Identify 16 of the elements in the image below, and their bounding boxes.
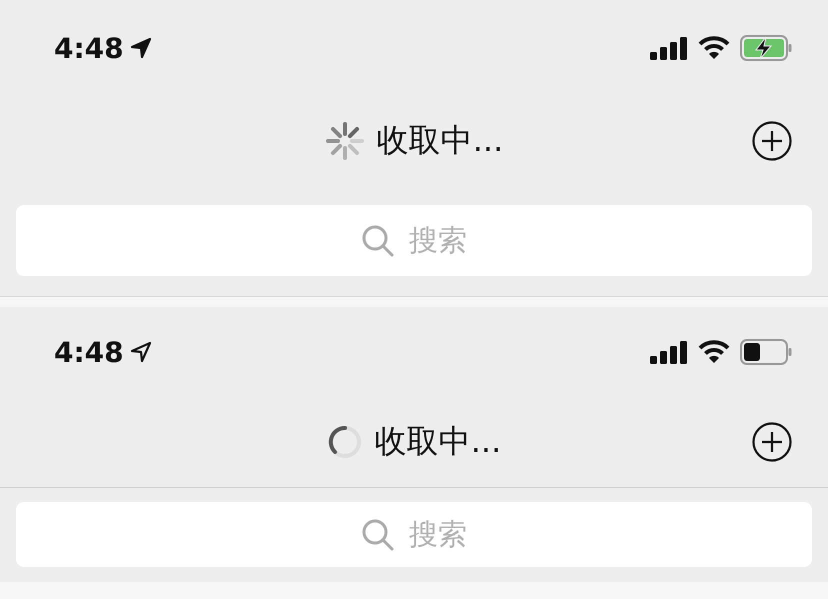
status-time: 4:48 — [54, 336, 124, 368]
header-title: 收取中... — [376, 120, 504, 161]
wifi-icon — [698, 36, 730, 60]
header-title: 收取中... — [374, 421, 502, 462]
search-icon — [361, 224, 395, 258]
add-button[interactable] — [752, 121, 792, 161]
status-time: 4:48 — [54, 32, 124, 64]
search-placeholder: 搜索 — [409, 516, 467, 552]
search-icon — [361, 518, 395, 552]
search-placeholder: 搜索 — [409, 222, 467, 258]
wifi-icon — [698, 340, 730, 364]
signal-icon — [650, 340, 688, 364]
search-field[interactable]: 搜索 — [16, 205, 812, 276]
signal-icon — [650, 36, 688, 60]
add-button[interactable] — [752, 422, 792, 462]
search-field[interactable]: 搜索 — [16, 502, 812, 567]
